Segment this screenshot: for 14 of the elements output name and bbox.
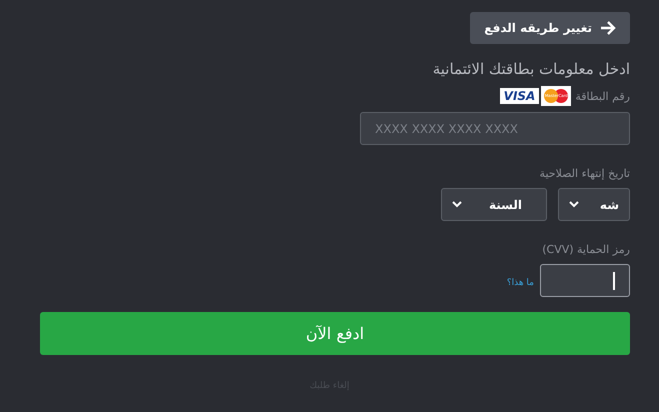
help-link[interactable]: ما هذا؟	[506, 278, 534, 288]
dropdown[interactable]: السنة	[441, 188, 547, 221]
field-label: تاريخ إنتهاء الصلاحية	[538, 167, 630, 180]
card-number-field[interactable]: XXXX XXXX XXXX XXXX	[360, 112, 630, 145]
arrow-right-icon	[600, 21, 616, 35]
chevron-down-icon	[569, 201, 579, 208]
field-label: رقم البطاقة	[575, 90, 630, 102]
back-button[interactable]: تغيير طريقه الدفع	[470, 12, 630, 44]
visa-logo: VISA	[500, 88, 540, 104]
dropdown[interactable]: شه	[558, 188, 630, 221]
field-label: رمز الحماية (CVV)	[541, 243, 630, 256]
form-heading: ادخل معلومات بطاقتك الائتمانية	[432, 60, 630, 78]
cvv-field[interactable]	[540, 264, 630, 297]
chevron-down-icon	[452, 201, 462, 208]
